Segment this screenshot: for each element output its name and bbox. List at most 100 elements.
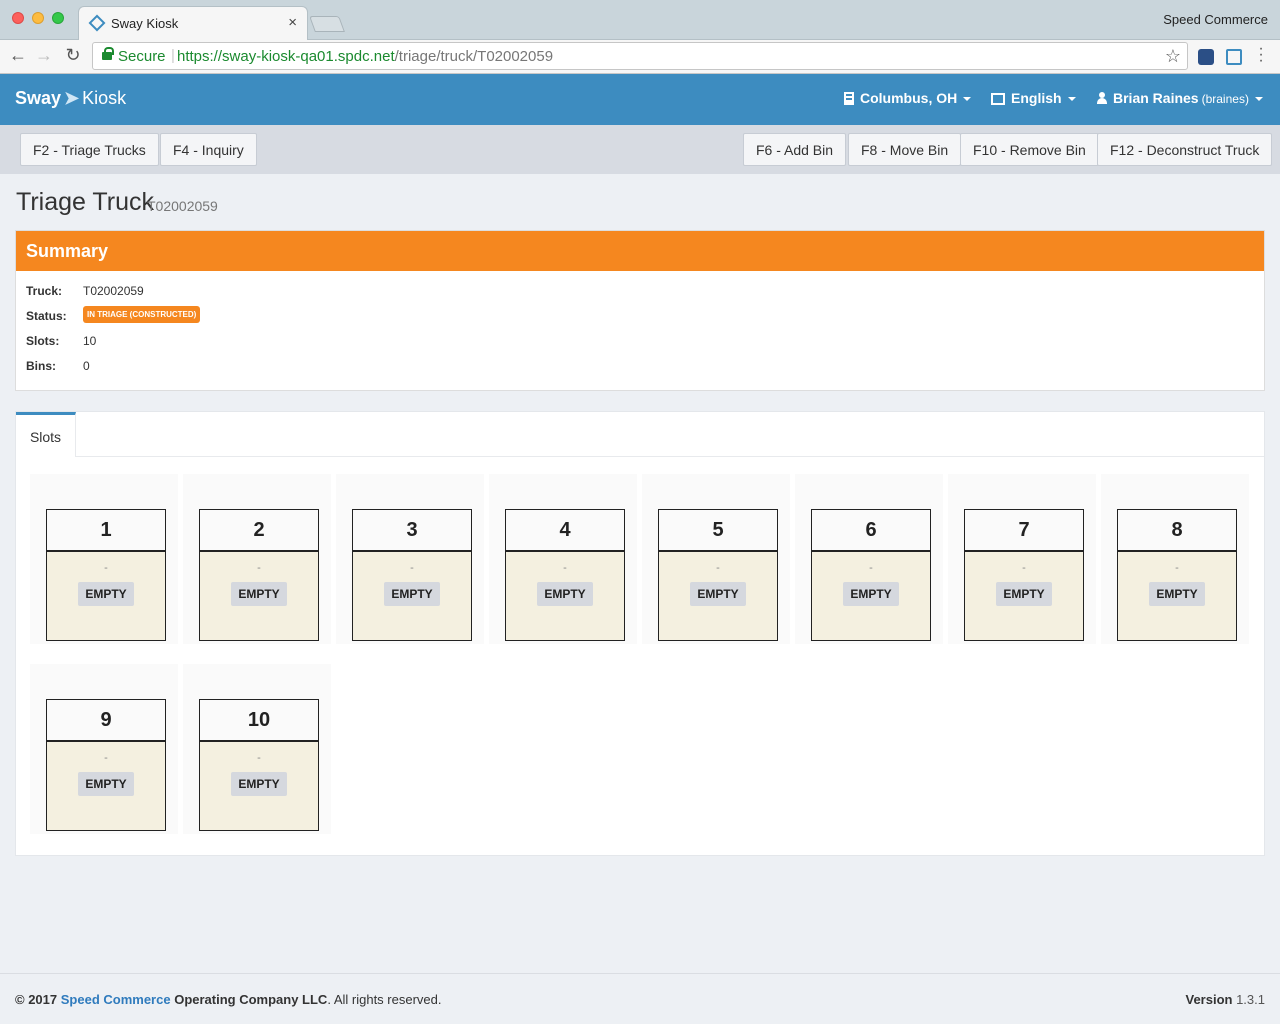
version: Version 1.3.1 [1185,992,1265,1007]
deconstruct-truck-button[interactable]: F12 - Deconstruct Truck [1097,133,1273,166]
user-name: Brian Raines [1113,90,1199,106]
url-text[interactable]: https://sway-kiosk-qa01.spdc.net/triage/… [177,48,553,65]
brand-arrow-icon: ➤ [64,88,80,108]
slot-card[interactable]: 3 - EMPTY [352,509,472,641]
add-bin-button[interactable]: F6 - Add Bin [743,133,847,166]
slot-card[interactable]: 1 - EMPTY [46,509,166,641]
slot-state-badge: EMPTY [843,582,899,606]
footer: © 2017 Speed Commerce Operating Company … [0,973,1280,1024]
action-bar: F2 - Triage Trucks F4 - Inquiry F6 - Add… [0,125,1280,174]
new-tab-button[interactable] [309,16,345,32]
caret-down-icon [1067,97,1076,102]
tab-close-icon[interactable]: × [288,14,297,31]
summary-heading: Summary [16,231,1264,271]
company-link[interactable]: Speed Commerce [61,992,171,1007]
slot-state-badge: EMPTY [1149,582,1205,606]
slot-bin: - [1022,562,1026,574]
slot-number: 6 [812,510,930,552]
browser-menu-icon[interactable]: · · · [1256,41,1266,69]
favicon-icon [88,14,106,32]
slot-bin: - [257,752,261,764]
truck-label: Truck: [26,284,63,298]
slot-card[interactable]: 9 - EMPTY [46,699,166,831]
cast-icon[interactable] [1226,49,1242,65]
slot-state-badge: EMPTY [231,582,287,606]
user-icon [1097,92,1107,104]
slot-bin: - [257,562,261,574]
bins-value: 0 [83,359,90,373]
forward-arrow-icon[interactable]: → [33,45,55,66]
minimize-window-button[interactable] [32,12,44,24]
slot-bin: - [869,562,873,574]
slot-card[interactable]: 6 - EMPTY [811,509,931,641]
slot-number: 2 [200,510,318,552]
location-label: Columbus, OH [860,90,958,106]
address-bar[interactable]: Secure | https://sway-kiosk-qa01.spdc.ne… [92,42,1188,70]
slot-state-badge: EMPTY [996,582,1052,606]
language-icon [991,93,1005,105]
slot-card[interactable]: 5 - EMPTY [658,509,778,641]
slot-bin: - [104,562,108,574]
secure-label: Secure [118,48,166,65]
browser-toolbar: ← → ↻ Secure | https://sway-kiosk-qa01.s… [0,40,1280,74]
remove-bin-button[interactable]: F10 - Remove Bin [960,133,1099,166]
summary-panel: Summary Truck: T02002059 Status: IN TRIA… [15,230,1265,391]
user-dropdown[interactable]: Brian Raines (braines) [1097,90,1263,106]
slot-state-badge: EMPTY [690,582,746,606]
company-suffix: Operating Company LLC [174,992,328,1007]
inquiry-button[interactable]: F4 - Inquiry [160,133,257,166]
slot-state-badge: EMPTY [384,582,440,606]
extension-icon[interactable] [1198,49,1214,65]
caret-down-icon [1254,97,1263,102]
slot-card[interactable]: 2 - EMPTY [199,509,319,641]
url-scheme: https:// [177,48,223,65]
version-value: 1.3.1 [1236,992,1265,1007]
bookmark-star-icon[interactable]: ☆ [1165,46,1181,67]
browser-tabstrip: Sway Kiosk × Speed Commerce [0,0,1280,40]
slot-number: 5 [659,510,777,552]
page-title: Triage Truck [16,188,155,216]
slots-label: Slots: [26,334,60,348]
back-arrow-icon[interactable]: ← [7,45,29,66]
slot-bin: - [104,752,108,764]
version-label: Version [1185,992,1233,1007]
slot-number: 10 [200,700,318,742]
app-navbar: Sway ➤ Kiosk Columbus, OH English Brian Ra… [0,74,1280,125]
slot-state-badge: EMPTY [78,772,134,796]
browser-tab[interactable]: Sway Kiosk × [78,6,308,40]
copyright: © 2017 Speed Commerce Operating Company … [15,992,441,1007]
copyright-prefix: © 2017 [15,992,58,1007]
slot-number: 7 [965,510,1083,552]
slot-number: 8 [1118,510,1236,552]
status-label: Status: [26,309,67,323]
slot-state-badge: EMPTY [537,582,593,606]
rights-text: . All rights reserved. [327,992,442,1007]
tab-slots[interactable]: Slots [16,412,76,457]
tab-title: Sway Kiosk [111,16,179,31]
brand-kiosk: Kiosk [82,88,127,108]
brand-logo[interactable]: Sway ➤ Kiosk [15,88,126,109]
slot-card[interactable]: 4 - EMPTY [505,509,625,641]
maximize-window-button[interactable] [52,12,64,24]
slot-card[interactable]: 10 - EMPTY [199,699,319,831]
building-icon [844,92,854,105]
url-separator: | [171,47,175,64]
slot-number: 9 [47,700,165,742]
slot-card[interactable]: 7 - EMPTY [964,509,1084,641]
slot-state-badge: EMPTY [231,772,287,796]
browser-profile-name[interactable]: Speed Commerce [1163,12,1268,27]
close-window-button[interactable] [12,12,24,24]
slot-number: 1 [47,510,165,552]
triage-trucks-button[interactable]: F2 - Triage Trucks [20,133,159,166]
brand-sway: Sway [15,88,62,108]
move-bin-button[interactable]: F8 - Move Bin [848,133,962,166]
language-dropdown[interactable]: English [991,90,1076,106]
url-path: /triage/truck/T02002059 [394,48,554,65]
slot-number: 4 [506,510,624,552]
location-dropdown[interactable]: Columbus, OH [844,90,972,106]
slot-card[interactable]: 8 - EMPTY [1117,509,1237,641]
lock-icon [102,47,114,60]
page-subtitle: T02002059 [147,198,218,214]
slot-bin: - [1175,562,1179,574]
reload-icon[interactable]: ↻ [62,45,84,66]
